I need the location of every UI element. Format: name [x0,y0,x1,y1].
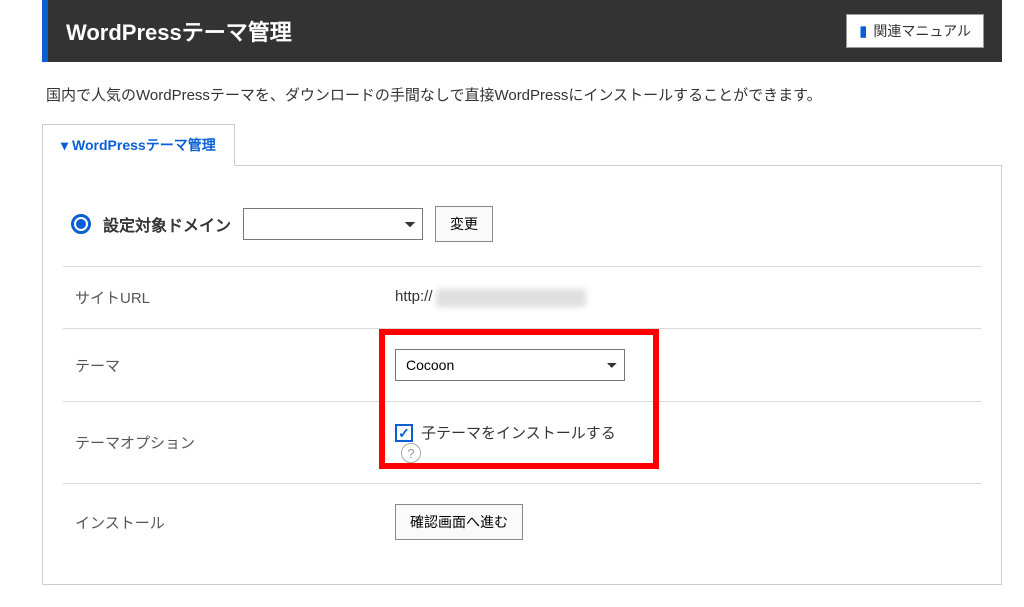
proceed-confirm-button[interactable]: 確認画面へ進む [395,504,523,540]
chevron-down-icon: ▾ [61,137,68,153]
site-url-redacted [436,289,586,307]
help-icon[interactable]: ? [401,443,421,463]
related-manual-label: 関連マニュアル [873,21,971,41]
domain-select[interactable] [243,208,423,240]
row-theme-option: テーマオプション ✓ 子テーマをインストールする ? [63,402,981,484]
install-label: インストール [63,484,383,561]
checkbox-checked-icon: ✓ [395,424,413,442]
child-theme-checkbox-label: 子テーマをインストールする [421,422,616,443]
page-title: WordPressテーマ管理 [66,15,292,47]
form-container: サイトURL http:// テーマ Cocoon テーマオプション [63,267,981,560]
row-site-url: サイトURL http:// [63,267,981,329]
domain-label: 設定対象ドメイン [103,212,231,236]
header-bar: WordPressテーマ管理 ▮ 関連マニュアル [42,0,1002,62]
settings-panel: 設定対象ドメイン 変更 サイトURL http:// テーマ [42,166,1002,585]
theme-select[interactable]: Cocoon [395,349,625,381]
domain-radio[interactable] [71,214,91,234]
tab-label: WordPressテーマ管理 [72,137,216,153]
related-manual-button[interactable]: ▮ 関連マニュアル [846,14,984,48]
intro-text: 国内で人気のWordPressテーマを、ダウンロードの手間なしで直接WordPr… [46,84,998,105]
row-theme: テーマ Cocoon [63,329,981,402]
theme-option-label: テーマオプション [63,402,383,484]
tab-wordpress-theme[interactable]: ▾WordPressテーマ管理 [42,124,235,166]
row-install: インストール 確認画面へ進む [63,484,981,561]
domain-row: 設定対象ドメイン 変更 [63,198,981,267]
child-theme-checkbox-wrap[interactable]: ✓ 子テーマをインストールする [395,422,969,443]
site-url-prefix: http:// [395,288,433,305]
form-table: サイトURL http:// テーマ Cocoon テーマオプション [63,267,981,560]
tab-bar: ▾WordPressテーマ管理 [42,123,1002,166]
book-icon: ▮ [859,22,867,40]
site-url-label: サイトURL [63,267,383,329]
theme-label: テーマ [63,329,383,402]
change-button[interactable]: 変更 [435,206,493,242]
